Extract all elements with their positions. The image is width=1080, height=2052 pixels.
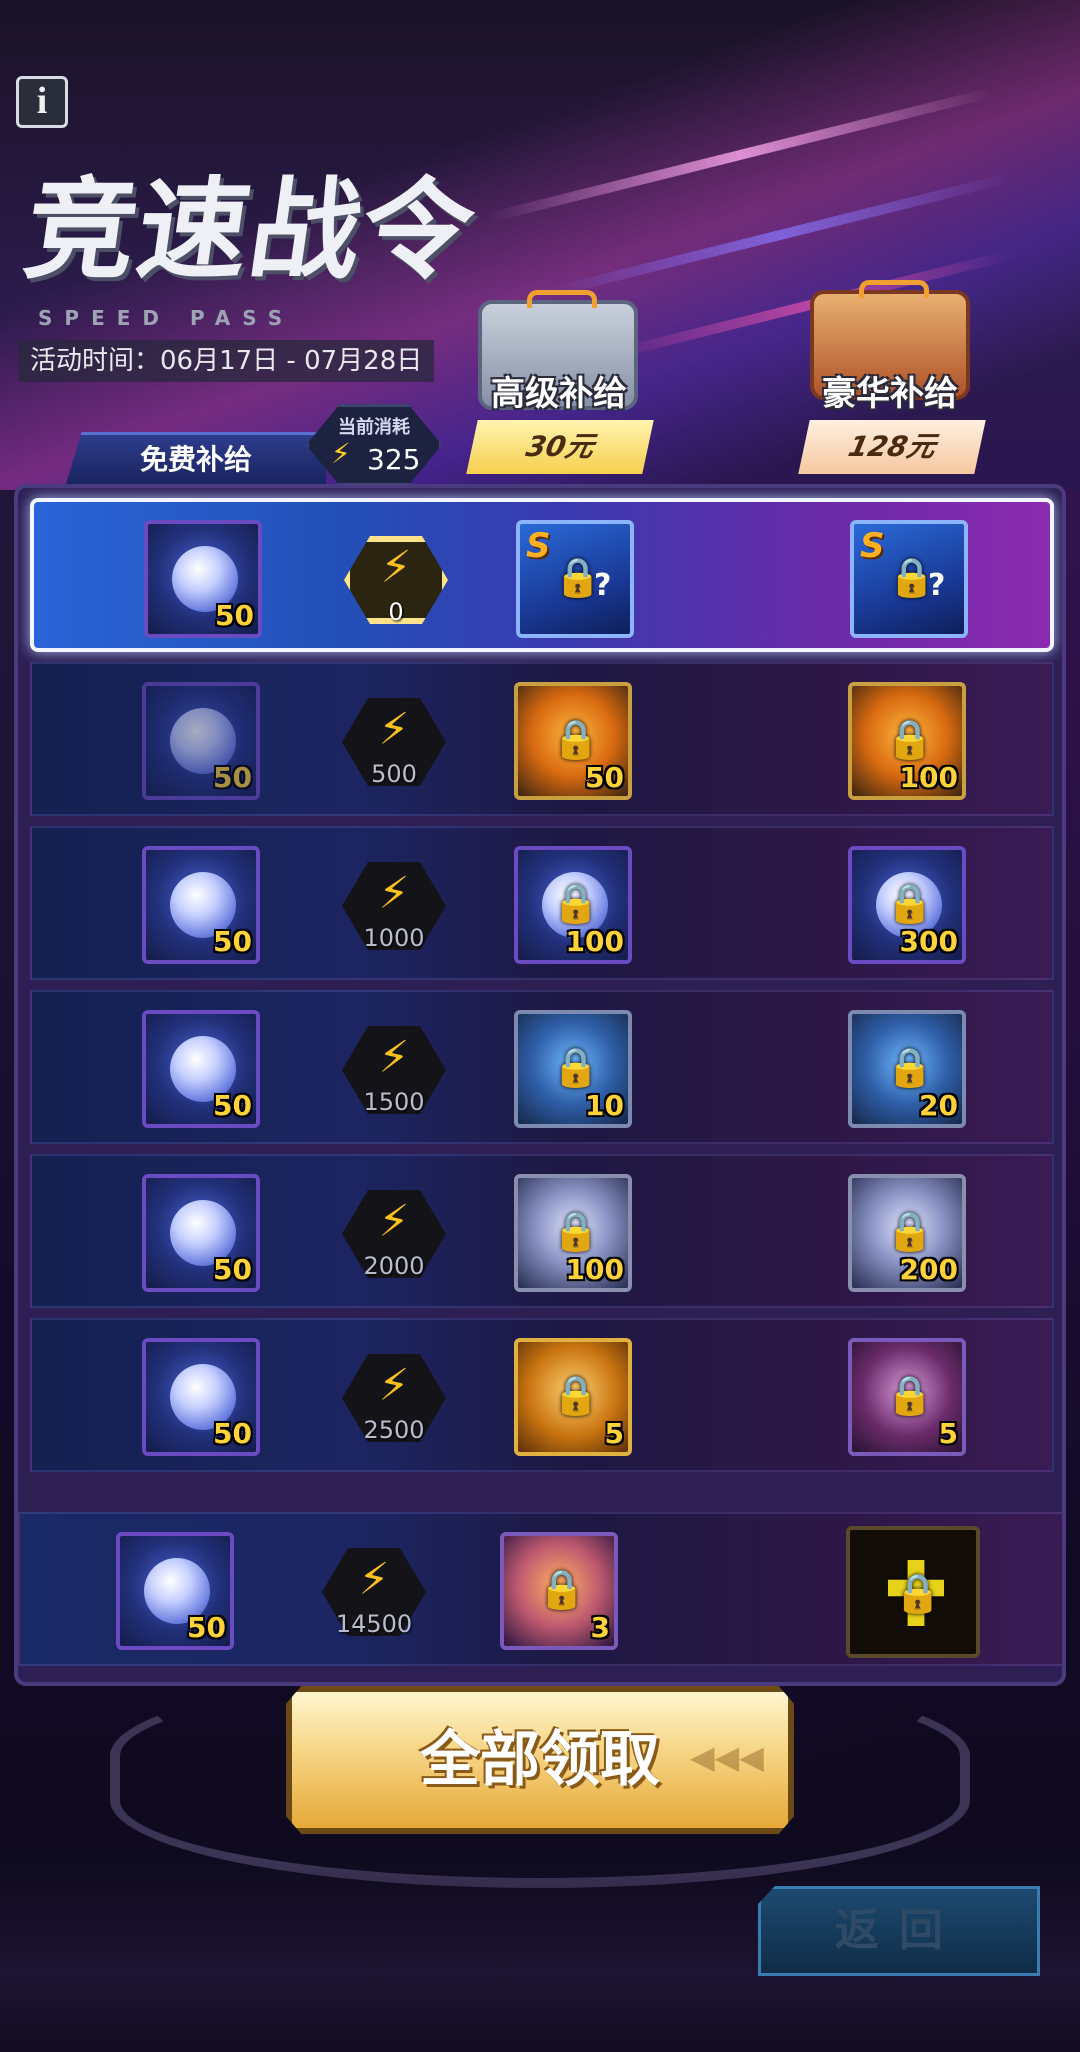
lock-icon: 🔒 [538, 1567, 586, 1611]
lock-icon: 🔒 [886, 1045, 934, 1089]
reward-row[interactable]: 50 ⚡ 14500 🔒 3 🔒 [18, 1512, 1062, 1666]
lock-icon: 🔒 [886, 1209, 934, 1253]
item-quantity: 100 [565, 925, 624, 958]
activity-time: 活动时间：06月17日 - 07月28日 [18, 340, 435, 382]
free-reward-item[interactable]: 50 [116, 1532, 234, 1650]
item-quantity: 5 [604, 1417, 624, 1450]
arrows-icon: ◀◀◀ [690, 1738, 764, 1776]
item-quantity: 100 [565, 1253, 624, 1286]
lightning-icon: ⚡ [378, 1196, 410, 1247]
energy-threshold-value: 1000 [363, 924, 425, 952]
item-quantity: 300 [899, 925, 958, 958]
lock-icon: 🔒 [886, 717, 934, 761]
advanced-tier-label: 高级补给 [491, 374, 627, 414]
luxury-reward-item[interactable]: 🔒 5 [848, 1338, 966, 1456]
item-quantity: 50 [213, 761, 252, 794]
lightning-icon: ⚡ [331, 437, 351, 470]
advanced-buy-button[interactable]: 30元 [466, 420, 654, 474]
lock-icon: 🔒 [552, 1209, 600, 1253]
advanced-reward-item[interactable]: 🔒 50 [514, 682, 632, 800]
item-quantity: 50 [187, 1611, 226, 1644]
lightning-icon: ⚡ [378, 1032, 410, 1083]
reward-row[interactable]: 50 ⚡ 0 S 🔒 ? S 🔒 ? [30, 498, 1054, 652]
event-subtitle: SPEED PASS [38, 306, 295, 330]
free-reward-item[interactable]: 50 [142, 1338, 260, 1456]
chest-handle [859, 280, 929, 298]
free-reward-item[interactable]: 50 [142, 1174, 260, 1292]
lock-icon: 🔒 [886, 1373, 934, 1417]
reward-row[interactable]: 50 ⚡ 2500 🔒 5 🔒 5 [30, 1318, 1054, 1472]
item-quantity: 10 [585, 1089, 624, 1122]
item-quantity: 3 [590, 1611, 610, 1644]
advanced-reward-item[interactable]: 🔒 10 [514, 1010, 632, 1128]
energy-threshold-value: 0 [388, 598, 404, 626]
item-quantity: 50 [213, 1089, 252, 1122]
lock-icon: 🔒 [552, 1373, 600, 1417]
luxury-reward-item[interactable]: S 🔒 ? [850, 520, 968, 638]
free-reward-item[interactable]: 50 [144, 520, 262, 638]
lock-icon: 🔒 [552, 1045, 600, 1089]
item-quantity: 50 [215, 599, 254, 632]
item-quantity: 20 [919, 1089, 958, 1122]
free-tier-tab: 免费补给 [66, 432, 326, 484]
luxury-reward-item[interactable]: 🔒 300 [848, 846, 966, 964]
free-reward-item[interactable]: 50 [142, 1010, 260, 1128]
lightning-icon: ⚡ [378, 1360, 410, 1411]
energy-threshold-value: 2500 [363, 1416, 425, 1444]
reward-row[interactable]: 50 ⚡ 1000 🔒 100 🔒 300 [30, 826, 1054, 980]
chest-handle [527, 290, 597, 308]
item-quantity: 100 [899, 761, 958, 794]
item-quantity: 200 [899, 1253, 958, 1286]
luxury-reward-item[interactable]: 🔒 100 [848, 682, 966, 800]
item-quantity: 50 [585, 761, 624, 794]
question-mark-icon: ? [594, 568, 612, 603]
reward-row[interactable]: 50 ⚡ 500 🔒 50 🔒 100 [30, 662, 1054, 816]
item-quantity: 5 [938, 1417, 958, 1450]
info-button[interactable]: i [16, 76, 68, 128]
energy-threshold-value: 14500 [335, 1610, 413, 1638]
luxury-reward-item[interactable]: 🔒 [846, 1526, 980, 1658]
lock-icon: 🔒 [552, 717, 600, 761]
lock-icon: 🔒 [886, 881, 934, 925]
item-quantity: 50 [213, 925, 252, 958]
item-quantity: 50 [213, 1253, 252, 1286]
lock-icon: 🔒 [552, 881, 600, 925]
luxury-tier-label: 豪华补给 [822, 374, 958, 414]
luxury-reward-item[interactable]: 🔒 200 [848, 1174, 966, 1292]
event-title: 竞速战令 [17, 166, 484, 294]
lightning-icon: ⚡ [358, 1554, 390, 1605]
advanced-reward-item[interactable]: 🔒 5 [514, 1338, 632, 1456]
luxury-reward-item[interactable]: 🔒 20 [848, 1010, 966, 1128]
reward-row[interactable]: 50 ⚡ 1500 🔒 10 🔒 20 [30, 990, 1054, 1144]
energy-threshold-value: 1500 [363, 1088, 425, 1116]
current-cost-value: 325 [367, 443, 421, 476]
lightning-icon: ⚡ [380, 542, 412, 593]
s-rank-icon: S [526, 526, 551, 566]
reward-list[interactable]: 50 ⚡ 0 S 🔒 ? S 🔒 ? 50 ⚡ 500 🔒 50 🔒 100 5… [14, 484, 1066, 1686]
lightning-icon: ⚡ [378, 868, 410, 919]
lightning-icon: ⚡ [378, 704, 410, 755]
advanced-reward-item[interactable]: 🔒 100 [514, 846, 632, 964]
item-quantity: 50 [213, 1417, 252, 1450]
return-button[interactable]: 返回 [758, 1886, 1040, 1976]
advanced-reward-item[interactable]: S 🔒 ? [516, 520, 634, 638]
free-reward-item[interactable]: 50 [142, 846, 260, 964]
reward-row[interactable]: 50 ⚡ 2000 🔒 100 🔒 200 [30, 1154, 1054, 1308]
energy-threshold-value: 500 [371, 760, 417, 788]
s-rank-icon: S [860, 526, 885, 566]
free-reward-item[interactable]: 50 [142, 682, 260, 800]
advanced-reward-item[interactable]: 🔒 100 [514, 1174, 632, 1292]
luxury-buy-button[interactable]: 128元 [798, 420, 986, 474]
advanced-reward-item[interactable]: 🔒 3 [500, 1532, 618, 1650]
energy-threshold-value: 2000 [363, 1252, 425, 1280]
question-mark-icon: ? [928, 568, 946, 603]
lock-icon: 🔒 [894, 1571, 942, 1615]
